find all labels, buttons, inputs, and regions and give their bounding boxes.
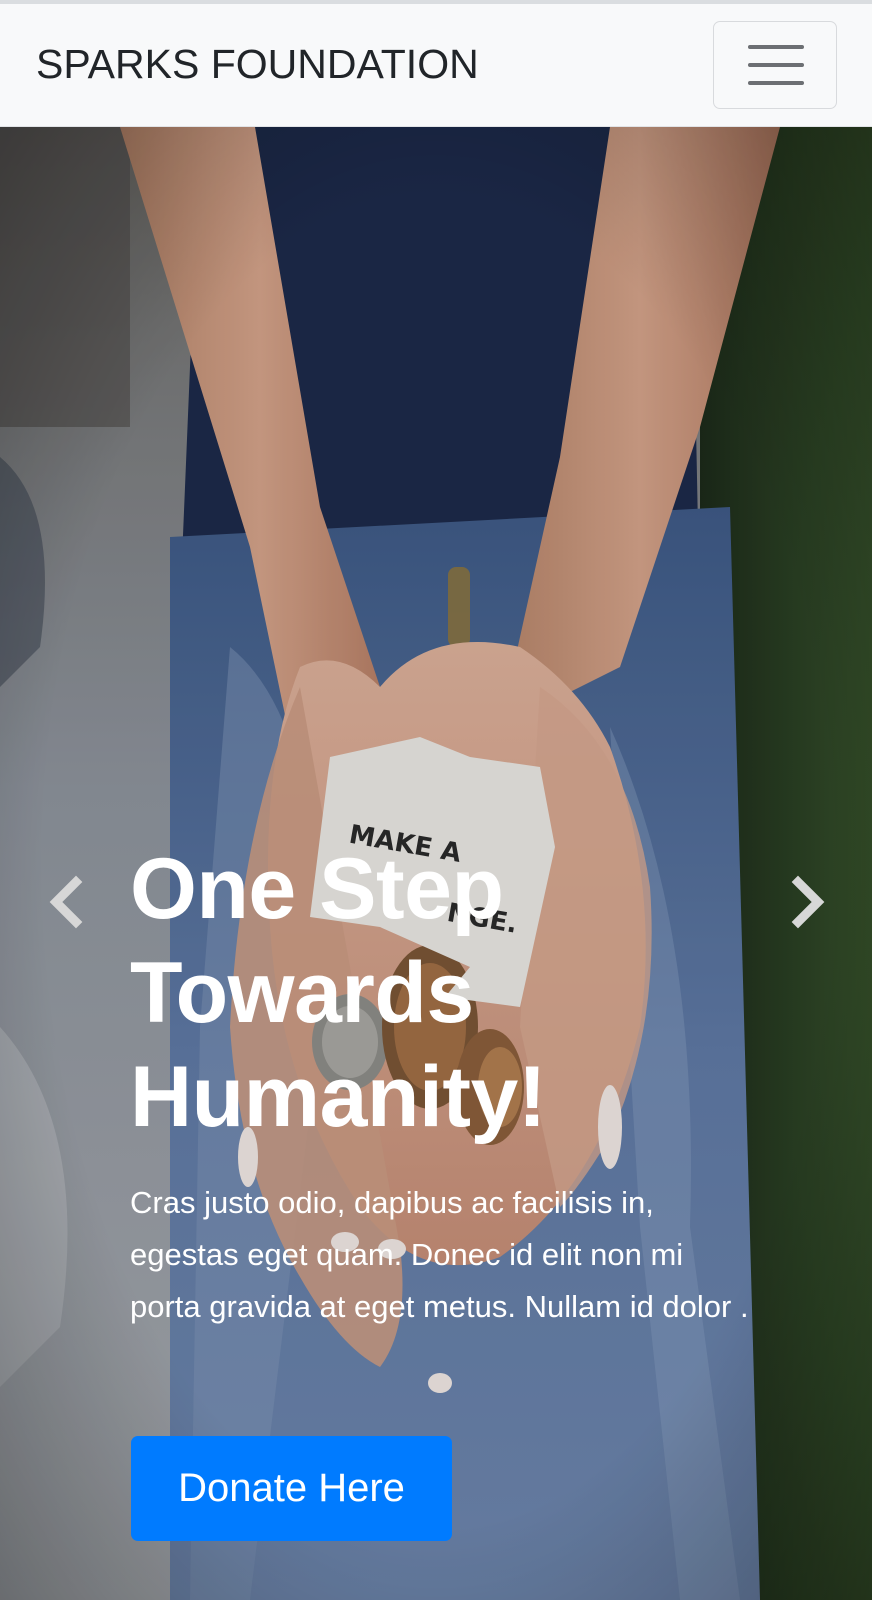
carousel-prev-button[interactable]	[42, 872, 92, 932]
carousel-caption: One Step Towards Humanity! Cras justo od…	[130, 837, 770, 1333]
hero-description: Cras justo odio, dapibus ac facilisis in…	[130, 1185, 749, 1324]
hero-carousel: MAKE A NGE. One Step Towards Humanity! C…	[0, 127, 872, 1600]
navbar-toggler-button[interactable]	[713, 21, 837, 109]
hero-heading: One Step Towards Humanity!	[130, 841, 546, 1145]
chevron-right-icon	[791, 875, 825, 929]
carousel-next-button[interactable]	[782, 872, 832, 932]
chevron-left-icon	[49, 875, 83, 929]
navbar: SPARKS FOUNDATION	[0, 4, 872, 127]
brand-logo[interactable]: SPARKS FOUNDATION	[36, 40, 479, 88]
hamburger-menu-icon	[748, 45, 804, 85]
donate-button[interactable]: Donate Here	[131, 1436, 452, 1541]
